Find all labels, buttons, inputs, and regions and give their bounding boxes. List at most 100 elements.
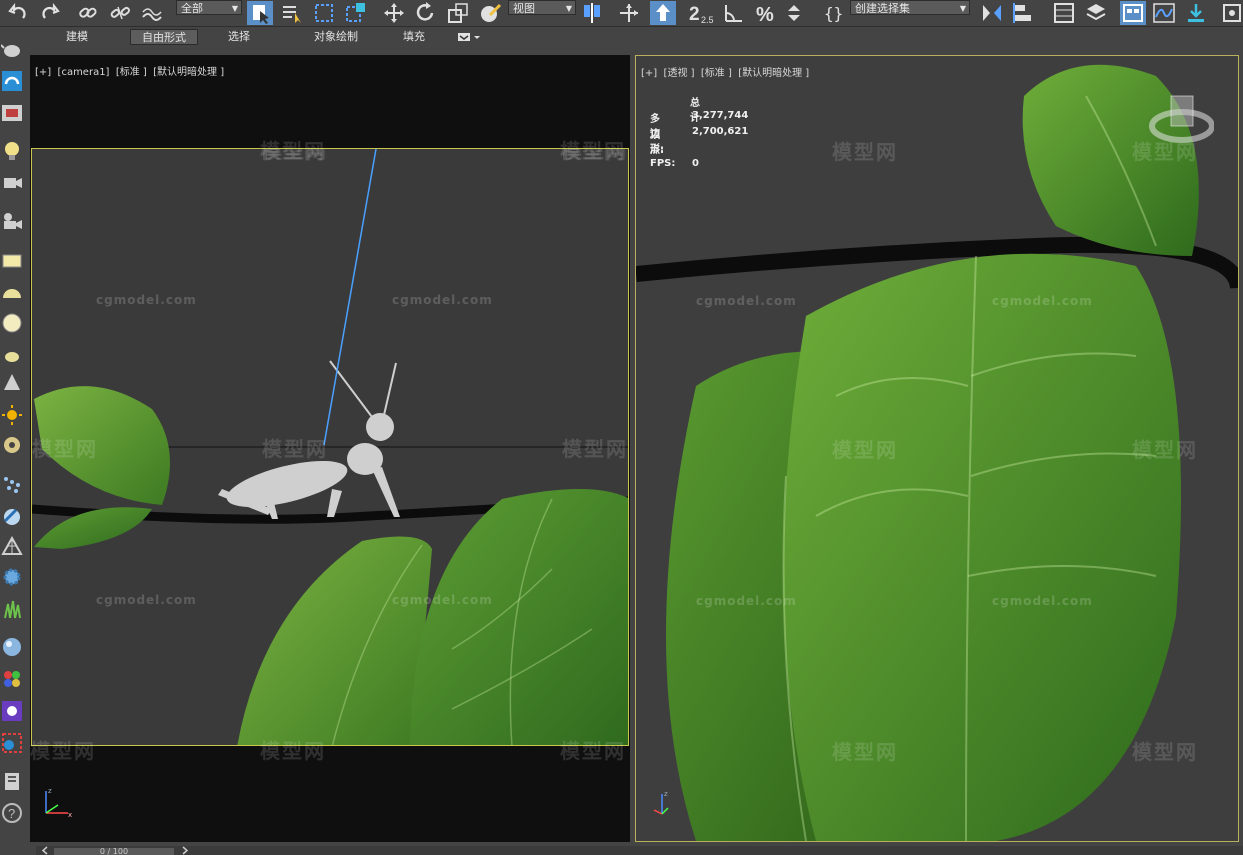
redo-icon[interactable] xyxy=(38,1,62,25)
svg-text:%: % xyxy=(756,4,774,25)
sweep-icon[interactable] xyxy=(1,506,23,528)
svg-text:z: z xyxy=(664,790,668,798)
camera-viewport[interactable]: [+] [camera1] [标准 ] [默认明暗处理 ] cgmodel.co… xyxy=(30,55,630,842)
move-icon[interactable] xyxy=(382,1,406,25)
gear-icon[interactable] xyxy=(1,566,23,588)
keyboard-shortcut-override-icon[interactable] xyxy=(650,1,676,25)
watermark-logo: 模型网 xyxy=(832,740,898,764)
snaps-toggle-icon[interactable]: 2 2.5 xyxy=(688,1,716,25)
hemisphere-icon[interactable] xyxy=(1,282,23,304)
watermark-logo: 模型网 xyxy=(260,139,326,163)
render-frame-icon[interactable] xyxy=(1222,1,1242,25)
svg-text:z: z xyxy=(48,787,52,795)
light-bulb-icon[interactable] xyxy=(1,140,23,162)
watermark-text: cgmodel.com xyxy=(96,293,197,307)
viewport-label[interactable]: [+] [camera1] [标准 ] [默认明暗处理 ] xyxy=(35,63,224,78)
watermark-logo: 模型网 xyxy=(562,437,628,461)
tab-populate[interactable]: 填充 xyxy=(394,29,434,45)
watermark-text: cgmodel.com xyxy=(392,593,493,607)
ribbon-tabs: 建模 自由形式 选择 对象绘制 填充 xyxy=(36,27,1243,47)
polygons-value: 3,277,744 xyxy=(692,110,749,121)
watermark-logo: 模型网 xyxy=(560,139,626,163)
watermark-text: cgmodel.com xyxy=(992,594,1093,608)
sun-icon[interactable] xyxy=(1,404,23,426)
chevron-right-icon[interactable] xyxy=(180,846,190,855)
grass-icon[interactable] xyxy=(1,598,23,620)
select-manipulate-icon[interactable] xyxy=(617,1,641,25)
edit-named-selection-icon[interactable]: {} xyxy=(822,1,846,25)
material-ball-icon[interactable] xyxy=(1,636,23,658)
pivot-center-icon[interactable] xyxy=(580,1,606,25)
vertices-value: 2,700,621 xyxy=(692,126,749,137)
tab-label: 对象绘制 xyxy=(314,30,358,43)
chevron-left-icon[interactable] xyxy=(40,846,50,855)
watermark-logo: 模型网 xyxy=(260,739,326,763)
undo-icon[interactable] xyxy=(6,1,30,25)
vertices-label: 顶点: xyxy=(650,130,664,156)
mirror-icon[interactable] xyxy=(980,1,1004,25)
tab-freeform[interactable]: 自由形式 xyxy=(130,29,198,45)
camera-rig-icon[interactable] xyxy=(1,172,23,194)
tab-selection[interactable]: 选择 xyxy=(214,29,264,45)
tab-object-paint[interactable]: 对象绘制 xyxy=(288,29,384,45)
safe-frame: cgmodel.com cgmodel.com cgmodel.com cgmo… xyxy=(31,148,629,746)
selection-filter-dropdown[interactable]: 全部 ▼ xyxy=(176,0,242,15)
main-toolbar: 全部 ▼ 视图 ▼ 2 2.5 % {} 创建选择集 ▼ xyxy=(0,0,1243,27)
layer-explorer-icon[interactable] xyxy=(1084,1,1108,25)
toggle-ribbon-icon[interactable] xyxy=(1120,1,1146,25)
selection-filter-value: 全部 xyxy=(181,2,203,15)
torus-icon[interactable] xyxy=(1,434,23,456)
render-icon[interactable] xyxy=(1,700,23,722)
svg-text:{}: {} xyxy=(824,4,843,23)
named-selection-set-dropdown[interactable]: 创建选择集 ▼ xyxy=(850,0,970,15)
watermark-logo: 模型网 xyxy=(832,438,898,462)
particle-icon[interactable] xyxy=(1,474,23,496)
viewport-label[interactable]: [+] [透视 ] [标准 ] [默认明暗处理 ] xyxy=(641,64,809,79)
material-browser-icon[interactable] xyxy=(1,668,23,690)
unlink-icon[interactable] xyxy=(108,1,132,25)
plane-icon[interactable] xyxy=(1,250,23,272)
ribbon-options-button[interactable] xyxy=(454,29,482,45)
place-icon[interactable] xyxy=(478,1,502,25)
watermark-logo: 模型网 xyxy=(1132,438,1198,462)
spinner-snap-icon[interactable] xyxy=(784,1,804,25)
cone-icon[interactable] xyxy=(1,372,23,394)
select-by-name-icon[interactable] xyxy=(280,1,304,25)
render-setup-icon[interactable] xyxy=(1184,1,1208,25)
create-camera-icon[interactable] xyxy=(1,102,23,124)
rotate-icon[interactable] xyxy=(414,1,438,25)
link-icon[interactable] xyxy=(76,1,100,25)
chevron-down-icon: ▼ xyxy=(959,4,966,13)
rect-selection-region-icon[interactable] xyxy=(312,1,336,25)
tab-label: 建模 xyxy=(66,30,88,43)
svg-text:x: x xyxy=(68,811,72,819)
geosphere-icon[interactable] xyxy=(1,535,23,558)
create-shape-icon[interactable] xyxy=(1,70,23,92)
teapot-small-icon[interactable] xyxy=(1,344,23,366)
sphere-icon[interactable] xyxy=(1,312,23,334)
scale-icon[interactable] xyxy=(446,1,470,25)
curve-editor-icon[interactable] xyxy=(1152,1,1176,25)
watermark-logo: 模型网 xyxy=(32,437,98,461)
reference-coordinate-dropdown[interactable]: 视图 ▼ xyxy=(508,0,576,15)
frame-counter: 0 / 100 xyxy=(99,847,129,855)
named-selection-set-value: 创建选择集 xyxy=(855,2,910,15)
select-object-icon[interactable] xyxy=(247,1,273,25)
bind-spacewarp-icon[interactable] xyxy=(140,1,164,25)
help-icon[interactable]: ? xyxy=(1,802,23,824)
perspective-viewport[interactable]: [+] [透视 ] [标准 ] [默认明暗处理 ] 总计 多边形: 3,277,7… xyxy=(635,55,1239,842)
align-icon[interactable] xyxy=(1012,1,1036,25)
chevron-down-icon: ▼ xyxy=(231,4,238,13)
clipboard-icon[interactable] xyxy=(1,770,23,792)
window-crossing-icon[interactable] xyxy=(344,1,368,25)
time-slider[interactable]: 0 / 100 xyxy=(54,848,174,855)
percent-snap-icon[interactable]: % xyxy=(754,1,778,25)
scene-explorer-icon[interactable] xyxy=(1052,1,1076,25)
fps-value: 0 xyxy=(692,158,699,169)
tab-modeling[interactable]: 建模 xyxy=(46,29,108,45)
teapot-icon[interactable] xyxy=(0,38,23,60)
render-region-icon[interactable] xyxy=(1,732,23,754)
video-camera-icon[interactable] xyxy=(1,210,23,232)
svg-text:?: ? xyxy=(8,806,15,821)
angle-snap-icon[interactable] xyxy=(722,1,746,25)
